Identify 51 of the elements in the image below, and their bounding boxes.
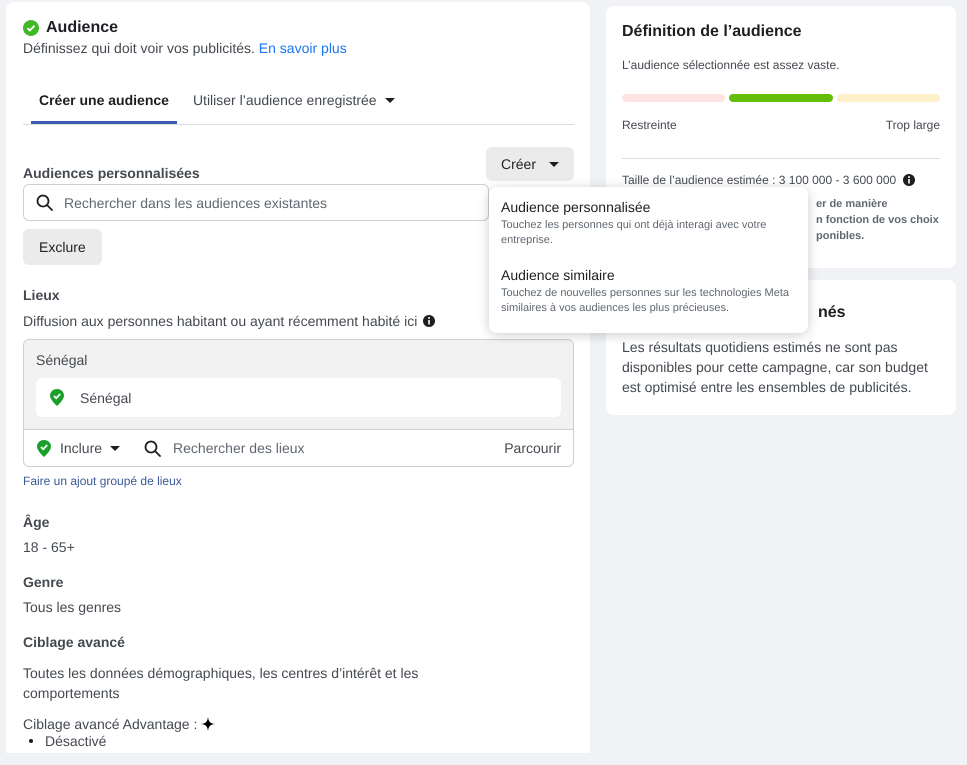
advantage-label: Ciblage avancé Advantage : xyxy=(23,716,198,732)
info-icon xyxy=(422,314,436,328)
card-title: Définition de l’audience xyxy=(622,23,803,41)
browse-button[interactable]: Parcourir xyxy=(504,440,561,456)
create-button[interactable]: Créer xyxy=(486,147,574,181)
tab[interactable]: Utiliser l’audience enregistrée xyxy=(184,83,403,124)
card-title: nés xyxy=(818,304,846,322)
advantage-value: Désactivé xyxy=(45,733,106,749)
section-label: Lieux xyxy=(23,287,60,303)
menu-item-title: Audience similaire xyxy=(501,267,616,283)
search-icon xyxy=(144,440,162,456)
sparkle-icon xyxy=(201,717,216,731)
menu-item[interactable]: Audience personnalisée Touchez les personnes qui ont déjà interagi avec votre entreprise. xyxy=(489,193,808,255)
audience-size: Taille de l’audience estimée : 3 100 000 - 3 600 000 xyxy=(622,173,896,187)
menu-item-title: Audience personnalisée xyxy=(501,199,652,215)
info-icon xyxy=(902,173,916,187)
section-label: Audiences personnalisées xyxy=(23,165,200,181)
location-description: Diffusion aux personnes habitant ou ayant récemment habité ici xyxy=(23,313,418,329)
search-field[interactable]: Rechercher dans les audiences existantes xyxy=(23,184,489,221)
bullet-icon xyxy=(29,739,33,743)
location-pin-icon xyxy=(49,388,65,407)
menu-item[interactable]: Audience similaire Touchez de nouvelles personnes sur les technologies Meta similaires à vos audiences les plus précieuses. xyxy=(489,261,808,323)
exclude-button[interactable]: Exclure xyxy=(23,229,102,265)
results-text: Les résultats quotidiens estimés ne sont pas disponibles pour cette campagne, car son budget est optimisé entre les ensembles de publicités. xyxy=(622,338,929,397)
meter-min-label: Restreinte xyxy=(622,118,677,132)
location-pin-icon xyxy=(36,438,52,458)
section-label: Âge xyxy=(23,514,50,530)
audience-summary: L’audience sélectionnée est assez vaste. xyxy=(622,58,840,72)
caret-icon xyxy=(549,162,559,166)
learn-more-link[interactable]: En savoir plus xyxy=(258,40,347,56)
section-value: 18 - 65+ xyxy=(23,539,75,555)
search-icon xyxy=(36,194,53,211)
meter-max-label: Trop large xyxy=(886,118,940,132)
section-label: Ciblage avancé xyxy=(23,634,125,650)
menu-item-description: Touchez de nouvelles personnes sur les technologies Meta similaires à vos audiences les plus précieuses. xyxy=(501,286,790,316)
section-label: Genre xyxy=(23,574,64,590)
section-value: Toutes les données démographiques, les centres d’intérêt et les comportements xyxy=(23,664,420,703)
tab[interactable]: Créer une audience xyxy=(31,83,177,124)
section-value: Tous les genres xyxy=(23,599,122,615)
location-item: Sénégal xyxy=(36,378,561,417)
bulk-add-link[interactable]: Faire un ajout groupé de lieux xyxy=(23,474,182,488)
include-dropdown[interactable]: Inclure xyxy=(36,438,120,458)
audience-note-line: er de manière xyxy=(816,197,888,212)
audience-note-line: ponibles. xyxy=(816,229,864,244)
caret-icon xyxy=(110,446,120,450)
section-title: Audience xyxy=(46,19,118,37)
audience-note-line: n fonction de vos choix xyxy=(816,213,939,228)
location-group-name: Sénégal xyxy=(36,352,88,368)
menu-item-description: Touchez les personnes qui ont déjà interagi avec votre entreprise. xyxy=(501,218,768,248)
section-description: Définissez qui doit voir vos publicités. En savoir plus xyxy=(23,40,348,56)
location-search-field[interactable]: Rechercher des lieux xyxy=(171,439,494,457)
